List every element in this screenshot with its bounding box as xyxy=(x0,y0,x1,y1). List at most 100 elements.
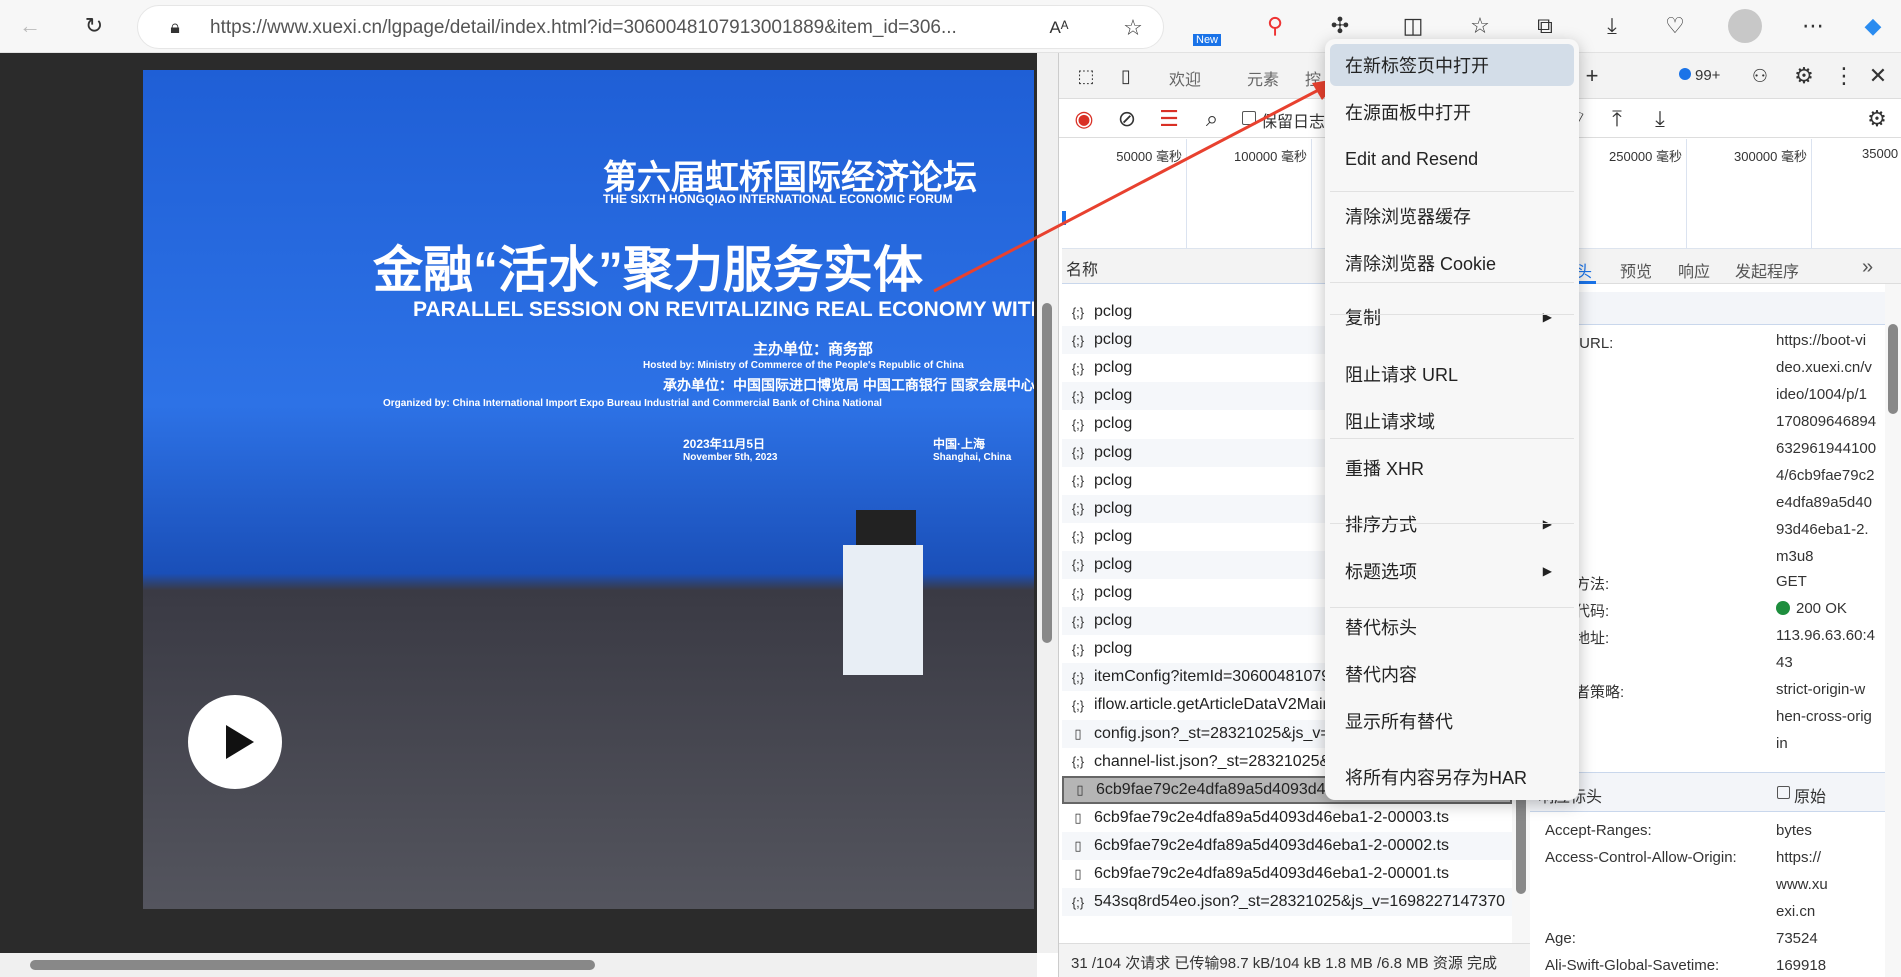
speaker xyxy=(856,510,916,550)
extension-icon[interactable]: New xyxy=(1193,10,1229,46)
lock-icon[interactable]: 🔒︎ xyxy=(162,14,188,40)
request-name: pclog xyxy=(1094,612,1133,630)
document-icon: ▯ xyxy=(1074,809,1082,825)
timeline-gridline xyxy=(1311,139,1312,249)
xhr-icon: {;} xyxy=(1071,697,1085,713)
request-url-value: e4dfa89a5d40 xyxy=(1776,494,1872,511)
tab-initiator[interactable]: 发起程序 xyxy=(1735,258,1799,282)
url-text[interactable]: https://www.xuexi.cn/lgpage/detail/index… xyxy=(210,17,1080,39)
health-icon[interactable]: ♡ xyxy=(1657,8,1693,44)
request-url-value: 170809646894 xyxy=(1776,413,1877,430)
video-subtitle: PARALLEL SESSION ON REVITALIZING REAL EC… xyxy=(413,298,1034,321)
document-icon: ▯ xyxy=(1074,837,1082,853)
request-row[interactable]: {;} 543sq8rd54eo.json?_st=28321025&js_v=1… xyxy=(1062,888,1512,917)
menu-separator xyxy=(1330,282,1574,283)
more-tabs-icon[interactable]: » xyxy=(1862,256,1873,279)
menu-separator xyxy=(1330,523,1574,524)
video-host-en: Hosted by: Ministry of Commerce of the P… xyxy=(643,360,964,371)
xhr-icon: {;} xyxy=(1071,669,1085,685)
menu-item-sort-by[interactable]: 排序方式 ▶ xyxy=(1330,503,1574,545)
menu-item-open-in-sources[interactable]: 在源面板中打开 xyxy=(1330,91,1574,133)
menu-item-edit-and-resend[interactable]: Edit and Resend xyxy=(1330,138,1574,180)
request-name: pclog xyxy=(1094,555,1133,573)
menu-item-clear-browser-cookies[interactable]: 清除浏览器 Cookie xyxy=(1330,242,1574,284)
download-icon[interactable]: ⤓ xyxy=(1594,8,1630,44)
request-row[interactable]: ▯ 6cb9fae79c2e4dfa89a5d4093d46eba1-2-0000… xyxy=(1062,860,1512,888)
menu-item-block-request-url[interactable]: 阻止请求 URL xyxy=(1330,353,1574,395)
menu-item-clear-browser-cache[interactable]: 清除浏览器缓存 xyxy=(1330,195,1574,237)
timeline-gridline xyxy=(1686,139,1687,249)
menu-item-header-options[interactable]: 标题选项 ▶ xyxy=(1330,550,1574,592)
page-horizontal-scrollbar[interactable] xyxy=(0,953,1037,977)
timeline-bar xyxy=(1062,211,1066,225)
tab-welcome[interactable]: 欢迎 xyxy=(1169,66,1201,90)
back-icon[interactable]: ← xyxy=(10,8,50,44)
request-row[interactable]: ▯ 6cb9fae79c2e4dfa89a5d4093d46eba1-2-0000… xyxy=(1062,831,1512,860)
raw-checkbox[interactable] xyxy=(1777,786,1790,799)
video-date: 2023年11月5日 xyxy=(683,437,766,451)
address-bar[interactable]: 🔒︎ https://www.xuexi.cn/lgpage/detail/in… xyxy=(137,5,1164,49)
response-headers-section[interactable]: 响应标头 原始 xyxy=(1530,772,1885,812)
xhr-icon: {;} xyxy=(1071,473,1085,489)
inspect-icon[interactable]: ⬚ xyxy=(1071,61,1101,91)
request-name: pclog xyxy=(1094,443,1133,461)
menu-item-block-request-domain[interactable]: 阻止请求域 xyxy=(1330,400,1574,442)
search-icon[interactable]: ⌕ xyxy=(1197,104,1227,134)
close-devtools-icon[interactable]: ✕ xyxy=(1863,61,1893,91)
device-toolbar-icon[interactable]: ▯ xyxy=(1111,61,1141,91)
play-button[interactable] xyxy=(188,695,282,789)
preserve-log-checkbox[interactable] xyxy=(1242,111,1256,125)
request-url-value: 632961944100 xyxy=(1776,440,1877,457)
import-har-icon[interactable]: ⤒ xyxy=(1602,104,1632,134)
record-icon[interactable]: ◉ xyxy=(1069,104,1099,134)
general-section-header[interactable]: 常规 xyxy=(1530,292,1885,325)
network-settings-icon[interactable]: ⚙ xyxy=(1862,104,1892,134)
export-har-icon[interactable]: ⤓ xyxy=(1645,104,1675,134)
refresh-icon[interactable]: ↻ xyxy=(74,8,114,44)
submenu-arrow-icon: ▶ xyxy=(1542,310,1552,324)
timeline-label: 100000 毫秒 xyxy=(1234,149,1307,164)
menu-item-override-content[interactable]: 替代内容 xyxy=(1330,653,1574,695)
request-name: 6cb9fae79c2e4dfa89a5d4093d46eba1-2-00002… xyxy=(1094,836,1449,854)
menu-item-show-all-overrides[interactable]: 显示所有替代 xyxy=(1330,700,1574,742)
menu-separator xyxy=(1330,314,1574,315)
menu-item-replay-xhr[interactable]: 重播 XHR xyxy=(1330,447,1574,489)
menu-item-save-all-as-har[interactable]: 将所有内容另存为HAR xyxy=(1330,756,1574,798)
detail-scrollbar[interactable] xyxy=(1885,284,1901,977)
tab-elements[interactable]: 元素 xyxy=(1247,66,1279,90)
request-name: config.json?_st=28321025&js_v= xyxy=(1094,724,1330,742)
issues-badge[interactable]: 99+ xyxy=(1679,67,1720,84)
request-name: itemConfig?itemId=30600481079 xyxy=(1094,668,1331,686)
clear-icon[interactable]: ⊘ xyxy=(1112,104,1142,134)
request-name: pclog xyxy=(1094,387,1133,405)
document-icon: ▯ xyxy=(1074,725,1082,741)
tab-response[interactable]: 响应 xyxy=(1678,258,1710,282)
menu-item-open-in-new-tab[interactable]: 在新标签页中打开 xyxy=(1330,44,1574,86)
xhr-icon: {;} xyxy=(1071,557,1085,573)
settings-icon[interactable]: ⚙ xyxy=(1789,61,1819,91)
feedback-icon[interactable]: ⚇ xyxy=(1745,61,1775,91)
timeline-label: 35000 xyxy=(1862,146,1899,161)
video-player[interactable]: 第六届虹桥国际经济论坛 THE SIXTH HONGQIAO INTERNATI… xyxy=(143,70,1034,909)
request-name: 6cb9fae79c2e4dfa89a5d4093d46eba1-2-00003… xyxy=(1094,808,1449,826)
tab-console[interactable]: 控 xyxy=(1305,66,1321,90)
xhr-icon: {;} xyxy=(1071,304,1085,320)
more-icon[interactable]: ⋯ xyxy=(1795,8,1831,44)
copilot-icon[interactable]: ◆ xyxy=(1855,8,1891,44)
xhr-icon: {;} xyxy=(1071,445,1085,460)
page-vertical-scrollbar[interactable] xyxy=(1037,53,1058,953)
avatar[interactable] xyxy=(1728,9,1762,43)
read-aloud-icon[interactable]: Aᴬ xyxy=(1044,13,1074,43)
menu-item-copy[interactable]: 复制 ▶ xyxy=(1330,296,1574,338)
tab-preview[interactable]: 预览 xyxy=(1620,258,1652,282)
add-tab-icon[interactable]: + xyxy=(1577,61,1607,91)
video-org: 承办单位：中国国际进口博览局 中国工商银行 国家会展中心 xyxy=(663,377,1034,393)
more-options-icon[interactable]: ⋮ xyxy=(1829,61,1859,91)
request-row[interactable]: ▯ 6cb9fae79c2e4dfa89a5d4093d46eba1-2-0000… xyxy=(1062,803,1512,832)
favorite-star-icon[interactable]: ☆ xyxy=(1118,13,1148,43)
submenu-arrow-icon: ▶ xyxy=(1542,517,1552,531)
menu-item-override-headers[interactable]: 替代标头 xyxy=(1330,606,1574,648)
request-url-value: ideo/1004/p/1 xyxy=(1776,386,1867,403)
filter-icon[interactable]: ☰ xyxy=(1154,104,1184,134)
pin-extension-icon[interactable]: ⚲ xyxy=(1257,8,1293,44)
